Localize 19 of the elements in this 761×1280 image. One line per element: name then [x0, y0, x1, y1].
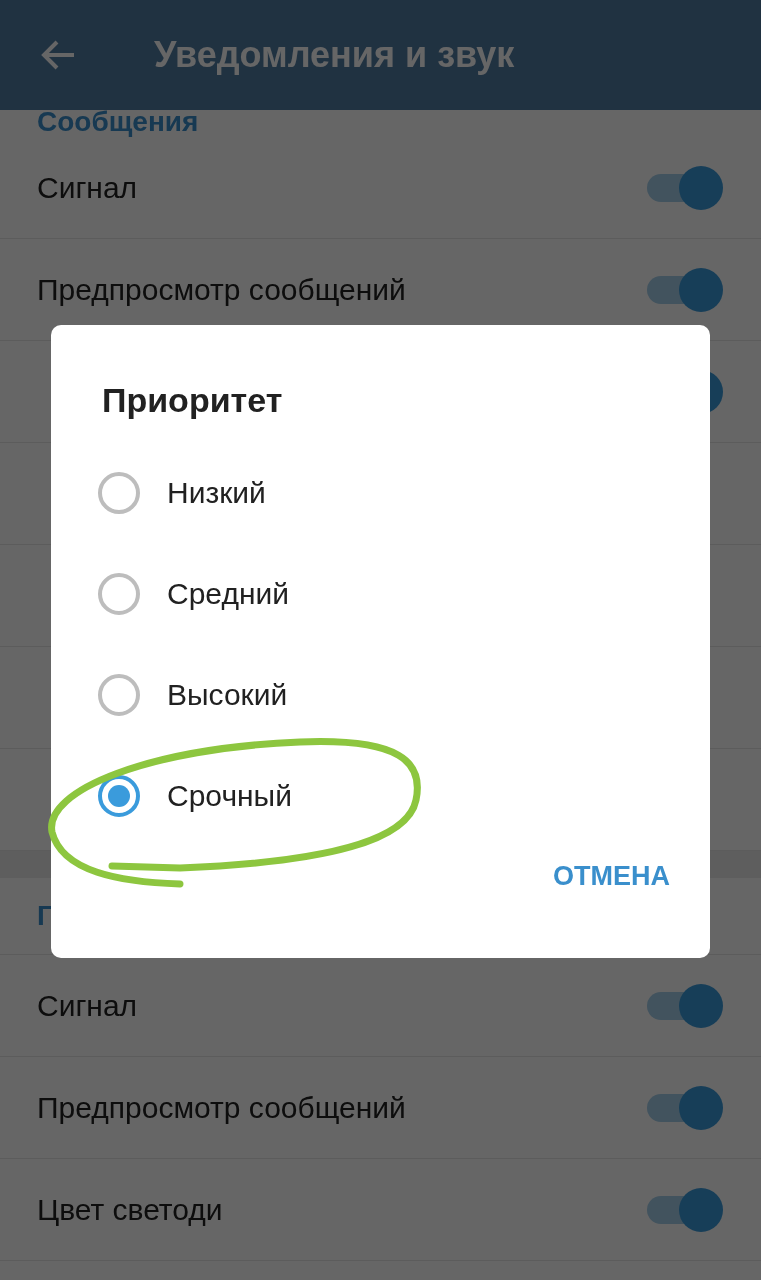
back-arrow-icon[interactable] [40, 39, 76, 71]
setting-label: Предпросмотр сообщений [37, 272, 406, 308]
setting-label: Сигнал [37, 170, 138, 206]
setting-label: Цвет светоди [37, 1192, 223, 1228]
radio-button[interactable] [98, 572, 140, 615]
radio-button[interactable] [98, 471, 140, 514]
section-title: Г [37, 899, 53, 933]
radio-button[interactable] [98, 673, 140, 716]
dialog-title: Приоритет [102, 380, 283, 421]
radio-option[interactable]: Высокий [51, 644, 710, 745]
setting-label: Предпросмотр сообщений [37, 1090, 406, 1126]
setting-label: Сигнал [37, 988, 138, 1024]
radio-option[interactable]: Средний [51, 543, 710, 644]
section-title: Сообщения [37, 105, 199, 139]
radio-option[interactable]: Срочный [51, 745, 710, 846]
radio-button[interactable] [98, 774, 140, 817]
cancel-button[interactable]: ОТМЕНА [551, 852, 672, 901]
radio-option[interactable]: Низкий [51, 442, 710, 543]
screen-title: Уведомления и звук [154, 33, 515, 77]
